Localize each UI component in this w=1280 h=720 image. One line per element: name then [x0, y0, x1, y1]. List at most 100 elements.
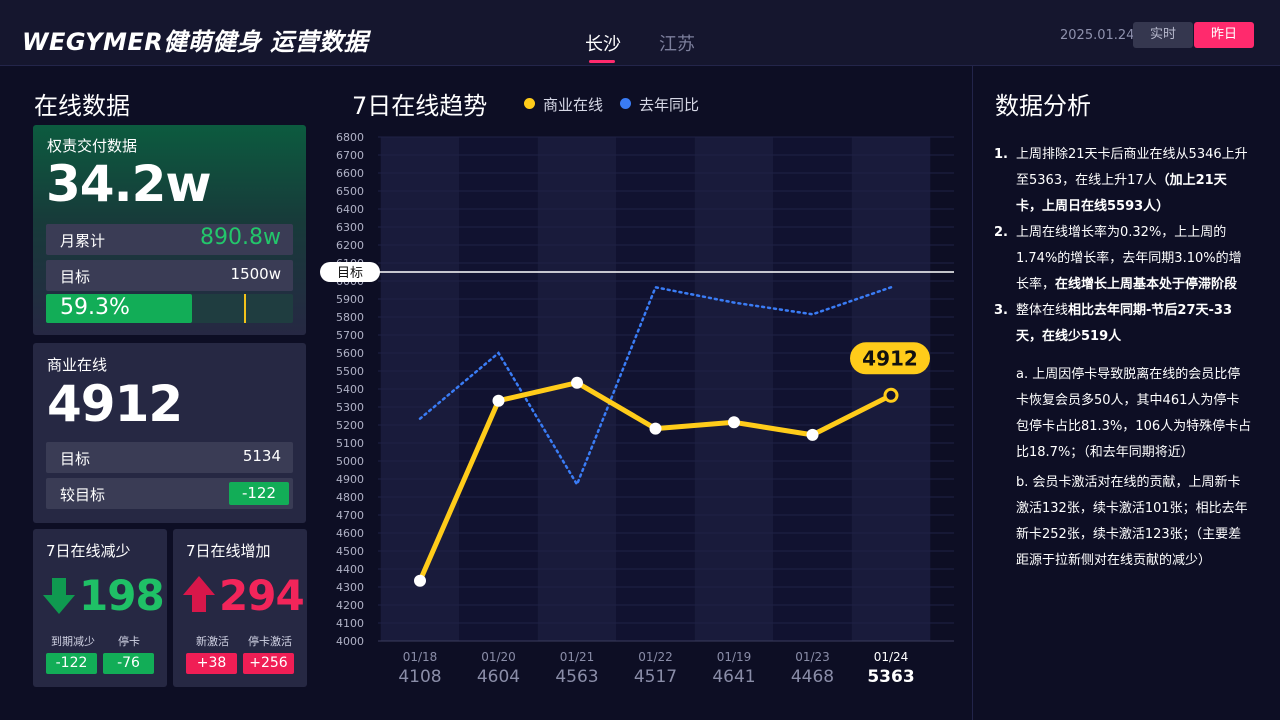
x-bottom-value: 4468 — [791, 667, 834, 687]
y-tick-label: 4400 — [336, 563, 364, 576]
x-tick-label: 01/23 — [795, 650, 830, 664]
target-label: 目标 — [337, 266, 363, 281]
suspend-activation-badge: +256 — [243, 653, 294, 674]
decrease-value: 198 — [79, 571, 165, 620]
analysis-item-2-bold: 在线增长上周基本处于停滞阶段 — [1055, 277, 1238, 292]
x-tick-label: 01/24 — [874, 650, 909, 664]
increase-card: 7日在线增加 294 新激活 停卡激活 +38 +256 — [173, 529, 307, 687]
new-activation-badge: +38 — [186, 653, 237, 674]
y-tick-label: 4200 — [336, 599, 364, 612]
y-tick-label: 5900 — [336, 293, 364, 306]
month-total-value: 890.8w — [200, 225, 281, 250]
tab-jiangsu[interactable]: 江苏 — [659, 30, 695, 56]
x-bottom-value: 4604 — [477, 667, 520, 687]
y-tick-label: 4000 — [336, 635, 364, 648]
x-bottom-value: 5363 — [867, 667, 914, 687]
series-commercial-point — [492, 394, 505, 407]
suspend-label: 停卡 — [118, 635, 140, 648]
y-tick-label: 5200 — [336, 419, 364, 432]
x-tick-label: 01/19 — [717, 650, 752, 664]
series-commercial-point — [806, 428, 819, 441]
online-section-title: 在线数据 — [34, 92, 130, 120]
analysis-item-1: 1. 上周排除21天卡后商业在线从5346上升至5363，在线上升17人（加上2… — [994, 142, 1252, 220]
month-total-label: 月累计 — [60, 232, 106, 250]
suspend-activation-label: 停卡激活 — [248, 635, 292, 648]
legend-last-year-label: 去年同比 — [639, 96, 700, 114]
y-tick-label: 6800 — [336, 131, 364, 144]
x-bottom-value: 4517 — [634, 667, 677, 687]
y-tick-label: 6500 — [336, 185, 364, 198]
tab-changsha[interactable]: 长沙 — [585, 30, 621, 56]
y-tick-label: 6600 — [336, 167, 364, 180]
new-activation-label: 新激活 — [196, 635, 229, 648]
realtime-button[interactable]: 实时 — [1133, 22, 1193, 48]
y-tick-label: 6700 — [336, 149, 364, 162]
y-tick-label: 5100 — [336, 437, 364, 450]
increase-title: 7日在线增加 — [186, 542, 271, 560]
rights-target-value: 1500w — [230, 265, 281, 283]
commercial-card: 商业在线 4912 目标 5134 较目标 -122 — [33, 343, 306, 523]
analysis-item-3: 3. 整体在线相比去年同期-节后27天-33天，在线少519人 — [994, 298, 1252, 350]
commercial-target-row: 目标 5134 — [46, 442, 293, 473]
legend-commercial-dot — [524, 98, 535, 109]
chart-title: 7日在线趋势 — [352, 92, 488, 120]
analysis-item-2-number: 2. — [994, 225, 1008, 240]
y-tick-label: 4600 — [336, 527, 364, 540]
rights-label: 权责交付数据 — [47, 137, 138, 155]
increase-value: 294 — [219, 571, 305, 620]
commercial-target-label: 目标 — [60, 450, 91, 468]
arrow-down-icon — [43, 578, 75, 614]
y-tick-label: 4900 — [336, 473, 364, 486]
expire-decrease-badge: -122 — [46, 653, 97, 674]
analysis-title: 数据分析 — [995, 92, 1091, 120]
trend-chart-svg: 4000 4100 4200 4300 4400 4500 4600 4700 4800 4900… — [320, 131, 954, 687]
decrease-title: 7日在线减少 — [46, 542, 131, 560]
vs-target-row: 较目标 -122 — [46, 478, 293, 509]
legend-commercial-label: 商业在线 — [543, 96, 604, 114]
commercial-label: 商业在线 — [47, 356, 108, 374]
arrow-up-icon — [183, 576, 215, 612]
trend-chart: 4000 4100 4200 4300 4400 4500 4600 4700 4800 4900… — [318, 124, 958, 690]
progress-text: 59.3% — [60, 295, 130, 320]
series-commercial-point — [571, 376, 583, 389]
commercial-target-value: 5134 — [242, 447, 281, 465]
y-tick-label: 5400 — [336, 383, 364, 396]
analysis-item-3b: b. 会员卡激活对在线的贡献，上周新卡激活132张，续卡激活101张；相比去年新… — [1016, 475, 1248, 568]
analysis-item-3-number: 3. — [994, 303, 1008, 318]
decrease-card: 7日在线减少 198 到期减少 停卡 -122 -76 — [33, 529, 167, 687]
x-tick-label: 01/22 — [638, 650, 673, 664]
vs-target-badge: -122 — [229, 482, 289, 505]
y-tick-label: 4100 — [336, 617, 364, 630]
vs-target-label: 较目标 — [60, 486, 106, 504]
analysis-item-1-number: 1. — [994, 147, 1008, 162]
y-tick-label: 6400 — [336, 203, 364, 216]
brand-logo: WEGYMER健萌健身 运营数据 — [22, 28, 369, 56]
report-date: 2025.01.24 — [1060, 28, 1135, 43]
progress-marker — [244, 294, 246, 323]
x-tick-label: 01/20 — [481, 650, 516, 664]
x-bottom-value: 4563 — [555, 667, 598, 687]
analysis-text: 1. 上周排除21天卡后商业在线从5346上升至5363，在线上升17人（加上2… — [994, 142, 1252, 574]
suspend-badge: -76 — [103, 653, 154, 674]
column-divider — [972, 66, 973, 720]
y-tick-label: 6200 — [336, 239, 364, 252]
y-tick-label: 5000 — [336, 455, 364, 468]
analysis-item-3a: a. 上周因停卡导致脱离在线的会员比停卡恢复会员多50人，其中461人为停卡包停… — [1016, 367, 1252, 460]
x-tick-label: 01/21 — [560, 650, 595, 664]
y-tick-label: 4300 — [336, 581, 364, 594]
callout-value: 4912 — [862, 346, 918, 370]
analysis-item-3-text: 整体在线 — [1016, 303, 1069, 318]
x-bottom-value: 4108 — [398, 667, 441, 687]
y-tick-label: 5300 — [336, 401, 364, 414]
rights-target-row: 目标 1500w — [46, 260, 293, 291]
series-commercial-point — [649, 422, 662, 435]
y-tick-label: 6300 — [336, 221, 364, 234]
yesterday-button[interactable]: 昨日 — [1194, 22, 1254, 48]
rights-target-label: 目标 — [60, 268, 91, 286]
x-tick-label: 01/18 — [403, 650, 438, 664]
active-tab-indicator — [589, 60, 615, 63]
y-tick-label: 5700 — [336, 329, 364, 342]
top-bar: WEGYMER健萌健身 运营数据 长沙 江苏 2025.01.24 实时 昨日 — [0, 0, 1280, 66]
y-tick-label: 5600 — [336, 347, 364, 360]
month-total-row: 月累计 890.8w — [46, 224, 293, 255]
